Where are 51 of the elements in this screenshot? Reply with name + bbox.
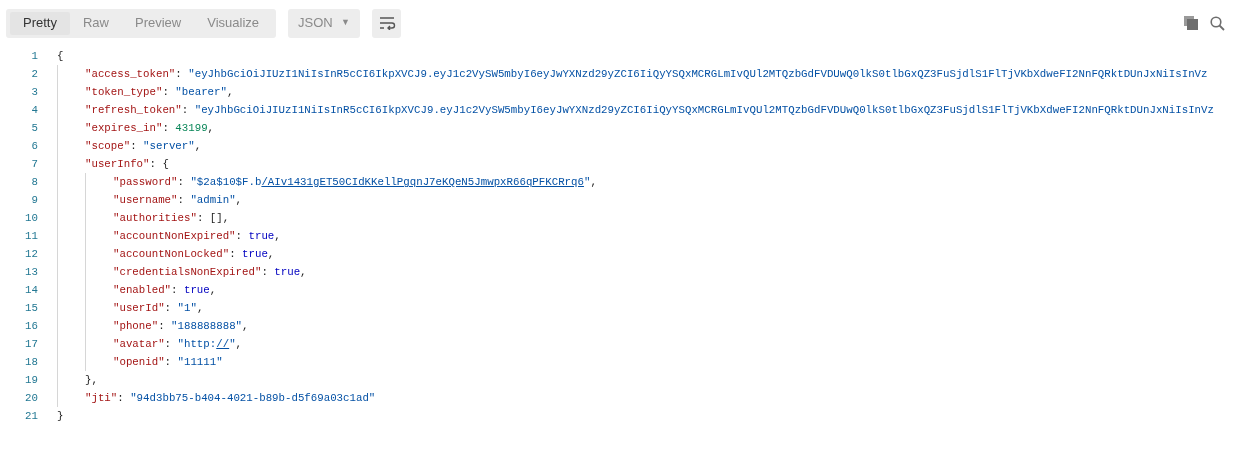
- line-number: 4: [31, 103, 38, 118]
- line-number: 15: [25, 301, 38, 316]
- code-line: }: [57, 409, 64, 424]
- search-icon[interactable]: [1210, 15, 1225, 31]
- wrap-button[interactable]: [372, 8, 402, 38]
- line-number: 3: [31, 85, 38, 100]
- line-number: 8: [31, 175, 38, 190]
- code-line: "accountNonExpired": true,: [113, 229, 281, 244]
- code-line: },: [85, 373, 98, 388]
- line-number: 14: [25, 283, 38, 298]
- code-line: "accountNonLocked": true,: [113, 247, 275, 262]
- code-line: {: [57, 49, 64, 64]
- code-line: "password": "$2a$10$F.b/AIv1431gET50CIdKKellPgqnJ7eKQeN5JmwpxR66qPFKCRrq6",: [113, 175, 597, 190]
- line-number: 5: [31, 121, 38, 136]
- code-line: "refresh_token": "eyJhbGciOiJIUzI1NiIsInR5cCI6IkpXVCJ9.eyJ1c2VySW5mbyI6eyJwYXNzd29yZCI6IiQyYSQxMCRGLmIvQUl2MTQzbGdFVDUwQ0lkS0tlbGxQZ3FuSjdlS1FlTjVKbXdweFI2NnFQRktDUnJxNiIsInVz: [85, 103, 1214, 118]
- line-number: 19: [25, 373, 38, 388]
- code-line: "credentialsNonExpired": true,: [113, 265, 307, 280]
- line-number: 9: [31, 193, 38, 208]
- line-number: 16: [25, 319, 38, 334]
- line-number: 7: [31, 157, 38, 172]
- line-number: 17: [25, 337, 38, 352]
- code-line: "enabled": true,: [113, 283, 217, 298]
- code-line: "authorities": [],: [113, 211, 230, 226]
- code-line: "jti": "94d3bb75-b404-4021-b89b-d5f69a03c1ad": [85, 391, 376, 406]
- code-line: "access_token": "eyJhbGciOiJIUzI1NiIsInR5cCI6IkpXVCJ9.eyJ1c2VySW5mbyI6eyJwYXNzd29yZCI6IiQyYSQxMCRGLmIvQUl2MTQzbGdFVDUwQ0lkS0tlbGxQZ3FuSjdlS1FlTjVKbXdweFI2NnFQRktDUnJxNiIsInVz: [85, 67, 1208, 82]
- code-line: "expires_in": 43199,: [85, 121, 215, 136]
- line-number: 13: [25, 265, 38, 280]
- format-dropdown[interactable]: JSON ▼: [288, 8, 361, 38]
- code-line: "userInfo": {: [85, 157, 169, 172]
- line-number: 1: [31, 49, 38, 64]
- code-line: "token_type": "bearer",: [85, 85, 234, 100]
- view-tab[interactable]: Visualize: [194, 11, 273, 35]
- line-number: 10: [25, 211, 38, 226]
- code-line: "username": "admin",: [113, 193, 243, 208]
- code-line: "avatar": "http://",: [113, 337, 243, 352]
- line-number: 18: [25, 355, 38, 370]
- wrap-lines-icon: [377, 16, 396, 30]
- code-line: "scope": "server",: [85, 139, 202, 154]
- line-number: 20: [25, 391, 38, 406]
- copy-icon[interactable]: [1184, 16, 1198, 30]
- view-tab[interactable]: Preview: [122, 11, 195, 35]
- line-number: 12: [25, 247, 38, 262]
- line-number: 21: [25, 409, 38, 424]
- view-tab[interactable]: Pretty: [10, 11, 70, 35]
- line-number: 11: [25, 229, 38, 244]
- line-number: 2: [31, 67, 38, 82]
- line-number: 6: [31, 139, 38, 154]
- code-line: "phone": "188888888",: [113, 319, 249, 334]
- view-tab[interactable]: Raw: [69, 11, 122, 35]
- code-line: "openid": "11111": [113, 355, 223, 370]
- code-line: "userId": "1",: [113, 301, 204, 316]
